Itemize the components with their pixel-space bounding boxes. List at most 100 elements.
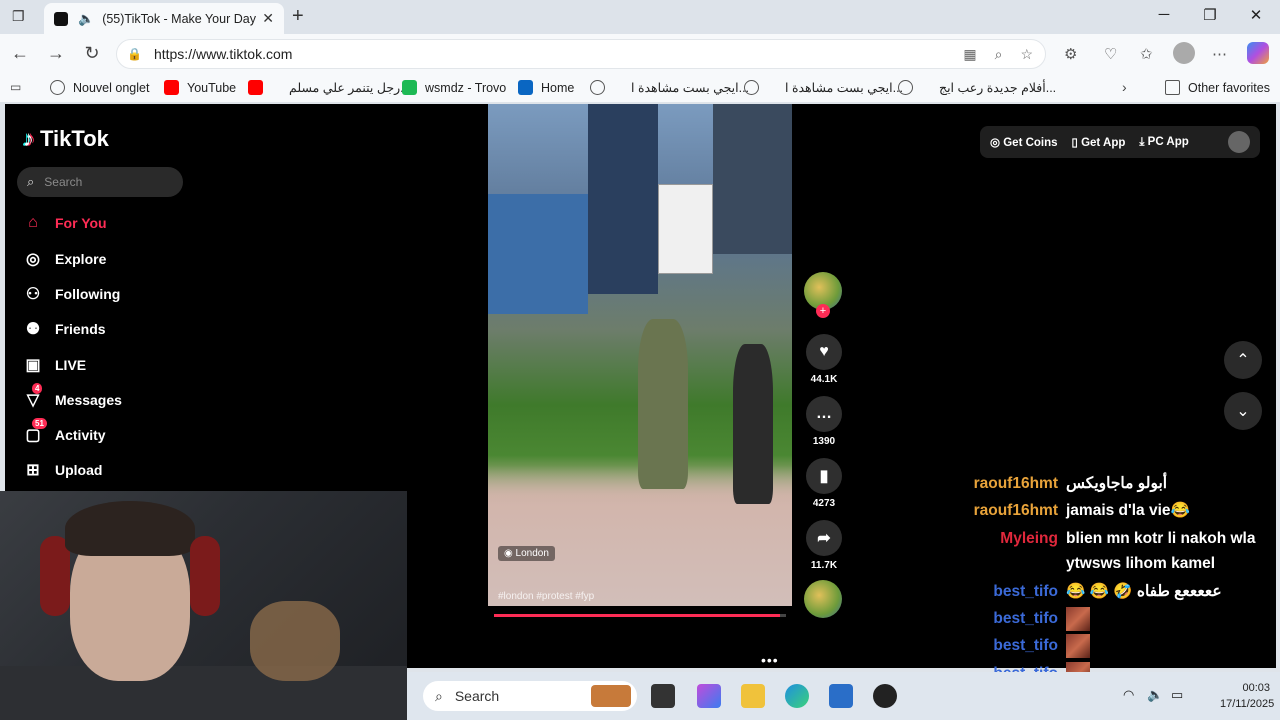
follow-plus-button[interactable]: +: [816, 304, 830, 318]
windows-taskbar: ⌕ Search ◠ 🔈 ▭ 00:03 17/11/2025: [407, 672, 1280, 720]
next-video-button[interactable]: ⌄: [1224, 392, 1262, 430]
globe-icon: [50, 80, 65, 95]
messages-badge: 4: [32, 383, 43, 394]
copilot-icon[interactable]: [1247, 42, 1269, 64]
restore-button[interactable]: ❐: [1195, 6, 1225, 24]
search-input[interactable]: ⌕ Search: [17, 167, 183, 197]
favorite-item[interactable]: wsmdz - Trovo: [402, 80, 506, 95]
url-field[interactable]: 🔒 https://www.tiktok.com ▦ ⌕ ☆: [116, 39, 1046, 69]
favorite-item[interactable]: Home: [518, 80, 574, 95]
back-button[interactable]: ←: [8, 43, 32, 64]
user-avatar[interactable]: [1228, 131, 1250, 153]
nav-for-you[interactable]: ⌂ For You: [23, 208, 193, 238]
linkedin-icon: [518, 80, 533, 95]
like-button[interactable]: ♥ 44.1K: [804, 334, 844, 385]
webcam-overlay: [0, 491, 407, 720]
video-progress-bar[interactable]: [494, 614, 786, 617]
chat-message: best_tifo: [966, 633, 1090, 659]
app-available-icon[interactable]: ▦: [963, 46, 976, 63]
tower-building: [588, 104, 658, 294]
obs-icon[interactable]: [873, 684, 897, 708]
nav-messages[interactable]: ▽ 4 Messages: [23, 383, 193, 415]
video-player[interactable]: ◉ London #london #protest #fyp: [488, 104, 792, 606]
sidebar-toggle-icon[interactable]: ▭: [10, 80, 21, 94]
zoom-icon[interactable]: ⌕: [995, 46, 1003, 63]
top-right-actions: ◎ Get Coins ▯ Get App ⤓ PC App: [980, 126, 1260, 158]
extensions-icon[interactable]: ⚙: [1064, 45, 1077, 63]
tab-title: (55)TikTok - Make Your Day: [102, 11, 256, 26]
chat-message-continued: ytwsws lihom kamel: [1066, 555, 1216, 572]
location-tag[interactable]: ◉ London: [498, 546, 555, 561]
store-icon[interactable]: [829, 684, 853, 708]
browser-tab-bar: ❐ 🔈 (55)TikTok - Make Your Day ✕ + ─ ❐ ✕: [0, 0, 1280, 34]
pc-app-button[interactable]: ⤓ PC App: [1139, 136, 1188, 149]
nav-friends[interactable]: ⚉ Friends: [23, 314, 193, 344]
close-window-button[interactable]: ✕: [1241, 6, 1271, 24]
share-button[interactable]: ➦ 11.7K: [804, 520, 844, 571]
edge-icon[interactable]: [785, 684, 809, 708]
m365-icon[interactable]: [697, 684, 721, 708]
close-tab-icon[interactable]: ✕: [262, 10, 274, 27]
file-explorer-icon[interactable]: [741, 684, 765, 708]
activity-icon: ▢ 51: [23, 418, 47, 445]
search-highlight-image: [591, 685, 631, 707]
favorite-star-icon[interactable]: ☆: [1020, 46, 1033, 63]
taskbar-search[interactable]: ⌕ Search: [423, 681, 637, 711]
save-button[interactable]: ▮ 4273: [804, 458, 844, 509]
system-clock[interactable]: 00:03 17/11/2025: [1220, 680, 1274, 712]
coin-icon: ◎: [990, 137, 1004, 149]
tab-actions-icon[interactable]: ❐: [12, 8, 25, 25]
favorites-icon[interactable]: ✩: [1140, 45, 1153, 63]
new-tab-button[interactable]: +: [292, 5, 304, 28]
browser-tab[interactable]: 🔈 (55)TikTok - Make Your Day ✕: [44, 3, 284, 34]
nav-upload[interactable]: ⊞ Upload: [23, 455, 193, 485]
wifi-icon[interactable]: ◠: [1123, 687, 1134, 703]
video-caption: #london #protest #fyp: [498, 591, 595, 602]
other-favorites[interactable]: Other favorites: [1165, 80, 1270, 95]
favorite-item[interactable]: أفلام جديدة رعب ايج...: [898, 80, 1056, 95]
forward-button[interactable]: →: [44, 43, 68, 64]
lock-icon[interactable]: 🔒: [127, 47, 142, 61]
music-disc-avatar[interactable]: [804, 580, 842, 618]
more-menu-icon[interactable]: ⋯: [1212, 45, 1227, 63]
comment-icon: …: [806, 396, 842, 432]
previous-video-button[interactable]: ⌃: [1224, 341, 1262, 379]
favorite-item[interactable]: Nouvel onglet: [50, 80, 149, 95]
comment-button[interactable]: … 1390: [804, 396, 844, 447]
battery-icon[interactable]: ▭: [1171, 687, 1183, 703]
heart-icon: ♥: [806, 334, 842, 370]
get-app-button[interactable]: ▯ Get App: [1072, 135, 1126, 149]
nav-following[interactable]: ⚇ Following: [23, 279, 193, 309]
minimize-button[interactable]: ─: [1149, 6, 1179, 23]
chevron-right-icon[interactable]: ›: [1122, 79, 1127, 95]
messages-icon: ▽ 4: [23, 383, 43, 410]
favorite-item[interactable]: YouTube: [164, 80, 236, 95]
person-walking: [638, 319, 688, 489]
chat-message: best_tifo: [966, 606, 1090, 632]
browser-essentials-icon[interactable]: ♡: [1104, 45, 1117, 63]
following-icon: ⚇: [25, 286, 41, 303]
profile-avatar[interactable]: [1173, 42, 1195, 64]
favorite-item[interactable]: ايجي بست مشاهدة ا...: [590, 80, 749, 95]
get-coins-button[interactable]: ◎ Get Coins: [990, 135, 1058, 149]
favorite-item[interactable]: ايجي بست مشاهدة ا...: [744, 80, 903, 95]
emote-image: [1066, 633, 1090, 658]
favorite-item[interactable]: رجل يتنمر علي مسلم...: [248, 80, 411, 95]
phone-icon: ▯: [1071, 137, 1082, 149]
youtube-icon: [248, 80, 263, 95]
search-icon: ⌕: [27, 174, 35, 189]
favorites-bar: ▭ Nouvel onglet YouTube رجل يتنمر علي مس…: [0, 74, 1280, 102]
nav-live[interactable]: ▣ LIVE: [23, 350, 193, 380]
refresh-button[interactable]: ↻: [80, 43, 104, 64]
tiktok-logo[interactable]: ♪ TikTok: [23, 126, 109, 152]
task-view-icon[interactable]: [651, 684, 675, 708]
upload-icon: ⊞: [26, 462, 40, 479]
nav-activity[interactable]: ▢ 51 Activity: [23, 418, 193, 450]
trovo-icon: [402, 80, 417, 95]
speaker-icon[interactable]: 🔈: [78, 11, 94, 27]
chat-message: raouf16hmt jamais d'la vie😂: [973, 502, 1190, 519]
volume-icon[interactable]: 🔈: [1147, 687, 1163, 703]
more-dots-icon[interactable]: •••: [761, 652, 779, 668]
nav-explore[interactable]: ◎ Explore: [23, 244, 193, 274]
headphone-right: [190, 536, 220, 616]
